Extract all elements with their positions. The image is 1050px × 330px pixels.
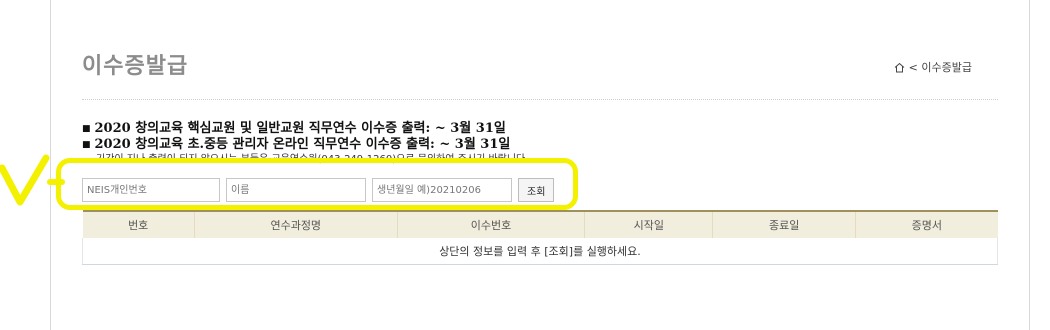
square-bullet-icon: ■	[82, 140, 91, 150]
table-row: 상단의 정보를 입력 후 [조회]를 실행하세요.	[82, 238, 998, 265]
certificate-table: 번호 연수과정명 이수번호 시작일 종료일 증명서 상단의 정보를 입력 후 […	[82, 210, 998, 265]
breadcrumb: < 이수증발급	[894, 59, 972, 75]
name-input[interactable]	[226, 178, 366, 202]
birthdate-input[interactable]	[372, 178, 512, 202]
col-certificate: 증명서	[855, 210, 998, 238]
neis-number-input[interactable]	[82, 178, 220, 202]
empty-message: 상단의 정보를 입력 후 [조회]를 실행하세요.	[82, 238, 998, 265]
col-end-date: 종료일	[712, 210, 856, 238]
breadcrumb-current: < 이수증발급	[908, 61, 972, 74]
col-start-date: 시작일	[584, 210, 713, 238]
col-number: 번호	[82, 210, 195, 238]
col-completion-number: 이수번호	[396, 210, 585, 238]
col-course-name: 연수과정명	[193, 210, 398, 238]
home-icon[interactable]	[894, 62, 905, 73]
page-title: 이수증발급	[82, 54, 189, 79]
content-frame-right	[1029, 0, 1030, 330]
title-divider	[82, 99, 998, 100]
search-form: 조회	[82, 178, 555, 202]
table-header-row: 번호 연수과정명 이수번호 시작일 종료일 증명서	[82, 210, 998, 238]
search-button[interactable]: 조회	[518, 178, 555, 202]
